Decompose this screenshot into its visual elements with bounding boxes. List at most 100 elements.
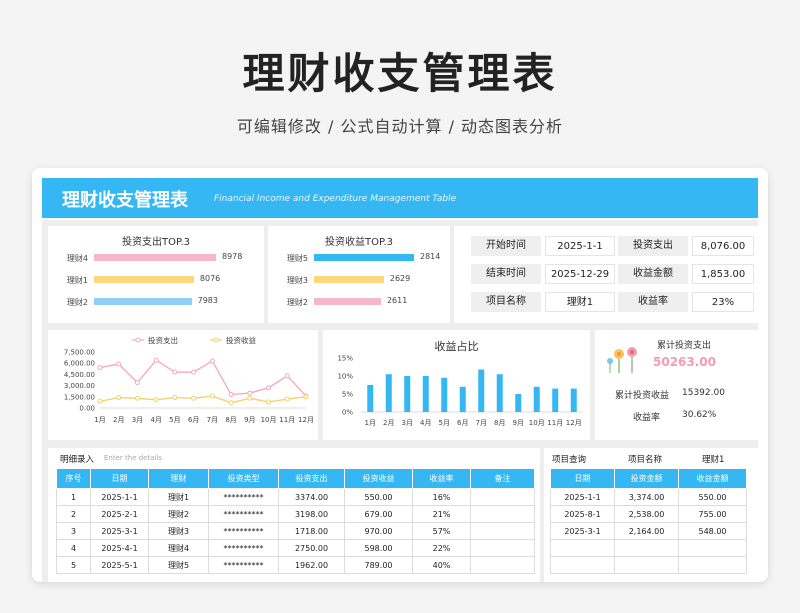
table-cell[interactable]: 21%	[412, 505, 471, 523]
hbar-category: 理财5	[286, 254, 308, 263]
table-cell[interactable]: 598.00	[344, 539, 413, 557]
table-cell[interactable]: 5	[56, 556, 91, 574]
table-cell[interactable]	[470, 488, 535, 506]
table-cell[interactable]: 548.00	[678, 522, 747, 540]
table-cell[interactable]: 22%	[412, 539, 471, 557]
data-point	[191, 395, 197, 401]
table-cell[interactable]: 3198.00	[278, 505, 345, 523]
x-tick-label: 11月	[547, 419, 563, 427]
hbar-category: 理财1	[66, 276, 88, 285]
table-cell[interactable]	[678, 539, 747, 557]
table-cell[interactable]: 57%	[412, 522, 471, 540]
column-header: 投资支出	[278, 468, 345, 489]
table-cell[interactable]: 理财3	[148, 522, 209, 540]
query-name-label: 项目名称	[628, 455, 663, 465]
table-cell[interactable]: **********	[208, 488, 279, 506]
data-point	[266, 385, 272, 391]
table-cell[interactable]: 2025-4-1	[90, 539, 149, 557]
data-point	[247, 390, 253, 396]
x-tick-label: 2月	[383, 419, 394, 427]
table-cell[interactable]: 2025-8-1	[550, 505, 615, 523]
hbar-bar	[94, 254, 216, 261]
hbar-category: 理财3	[286, 276, 308, 285]
table-cell[interactable]: 理财5	[148, 556, 209, 574]
column-header: 收益金额	[678, 468, 747, 489]
table-cell[interactable]: 1962.00	[278, 556, 345, 574]
table-cell[interactable]: 550.00	[344, 488, 413, 506]
table-cell[interactable]: 2	[56, 505, 91, 523]
rate-label: 收益率	[618, 292, 688, 312]
table-cell[interactable]	[470, 505, 535, 523]
legend-marker	[213, 337, 219, 343]
table-cell[interactable]: **********	[208, 505, 279, 523]
table-cell[interactable]: 2750.00	[278, 539, 345, 557]
table-cell[interactable]: 1	[56, 488, 91, 506]
table-cell[interactable]: 16%	[412, 488, 471, 506]
end-time-value[interactable]: 2025-12-29	[545, 264, 615, 284]
table-cell[interactable]: 理财4	[148, 539, 209, 557]
table-cell[interactable]: **********	[208, 522, 279, 540]
x-tick-label: 11月	[279, 416, 295, 424]
legend-marker	[135, 337, 141, 343]
table-cell[interactable]: 理财1	[148, 488, 209, 506]
table-cell[interactable]: 2025-3-1	[550, 522, 615, 540]
detail-entry-placeholder[interactable]: Enter the details	[104, 454, 162, 462]
table-cell[interactable]: 40%	[412, 556, 471, 574]
query-name-value[interactable]: 理财1	[702, 453, 724, 465]
data-point	[266, 399, 272, 405]
income-top3-card: 投资收益TOP.3 理财5 2814 理财3 2629 理财2 2611	[268, 226, 450, 323]
x-tick-label: 5月	[439, 419, 450, 427]
table-cell[interactable]: 2025-5-1	[90, 556, 149, 574]
bar	[441, 377, 448, 412]
y-tick-label: 1,500.00	[64, 393, 95, 401]
table-cell[interactable]: 970.00	[344, 522, 413, 540]
table-cell[interactable]: 2,538.00	[614, 505, 679, 523]
table-cell[interactable]: 2025-1-1	[90, 488, 149, 506]
table-cell[interactable]: 550.00	[678, 488, 747, 506]
data-point	[97, 365, 103, 371]
table-cell[interactable]	[470, 539, 535, 557]
table-cell[interactable]	[614, 556, 679, 574]
table-cell[interactable]	[678, 556, 747, 574]
table-cell[interactable]: 1718.00	[278, 522, 345, 540]
table-cell[interactable]: **********	[208, 556, 279, 574]
table-cell[interactable]: 3,374.00	[614, 488, 679, 506]
table-cell[interactable]	[470, 522, 535, 540]
hbar-category: 理财2	[286, 298, 308, 307]
table-cell[interactable]: 3374.00	[278, 488, 345, 506]
data-point	[247, 395, 253, 401]
bar-chart: 15% 10% 5% 0% 1月 2月 3月 4月 5月 6月 7月 8月 9月 10月 11月 12月	[337, 355, 583, 427]
hbar-row: 理财2 7983	[48, 296, 264, 308]
table-row: 5 2025-5-1 理财5 ********** 1962.00 789.00 40%	[56, 556, 535, 574]
x-tick-label: 6月	[188, 416, 199, 424]
table-cell[interactable]: 789.00	[344, 556, 413, 574]
table-cell[interactable]	[550, 556, 615, 574]
spend-top3-chart: 理财4 8978 理财1 8076 理财2 7983	[48, 252, 264, 322]
project-name-value[interactable]: 理财1	[545, 292, 615, 312]
table-cell[interactable]: 679.00	[344, 505, 413, 523]
table-cell[interactable]	[614, 539, 679, 557]
table-cell[interactable]: 4	[56, 539, 91, 557]
project-name-label: 项目名称	[471, 292, 541, 312]
column-header: 日期	[90, 468, 149, 489]
hbar-value: 7983	[197, 296, 218, 305]
table-cell[interactable]: **********	[208, 539, 279, 557]
data-point	[153, 397, 159, 403]
table-cell[interactable]: 755.00	[678, 505, 747, 523]
table-cell[interactable]: 2025-2-1	[90, 505, 149, 523]
title-banner: 理财收支管理表 Financial Income and Expenditure…	[42, 178, 758, 218]
summary-panel: 开始时间 2025-1-1 投资支出 8,076.00 结束时间 2025-12…	[454, 226, 758, 323]
hbar-row: 理财5 2814	[268, 252, 450, 264]
table-cell[interactable]	[550, 539, 615, 557]
data-point	[228, 392, 234, 398]
table-cell[interactable]: 2,164.00	[614, 522, 679, 540]
query-table: 日期 投资金额 收益金额 2025-1-1 3,374.00 550.00 2025-8-…	[550, 468, 747, 574]
line-chart-card: 7,500.00 6,000.00 4,500.00 3,000.00 1,500.00…	[48, 330, 318, 440]
table-cell[interactable]: 理财2	[148, 505, 209, 523]
start-time-value[interactable]: 2025-1-1	[545, 236, 615, 256]
total-spend-label: 累计投资支出	[657, 341, 712, 351]
table-cell[interactable]: 2025-3-1	[90, 522, 149, 540]
table-cell[interactable]: 3	[56, 522, 91, 540]
table-cell[interactable]	[470, 556, 535, 574]
table-cell[interactable]: 2025-1-1	[550, 488, 615, 506]
